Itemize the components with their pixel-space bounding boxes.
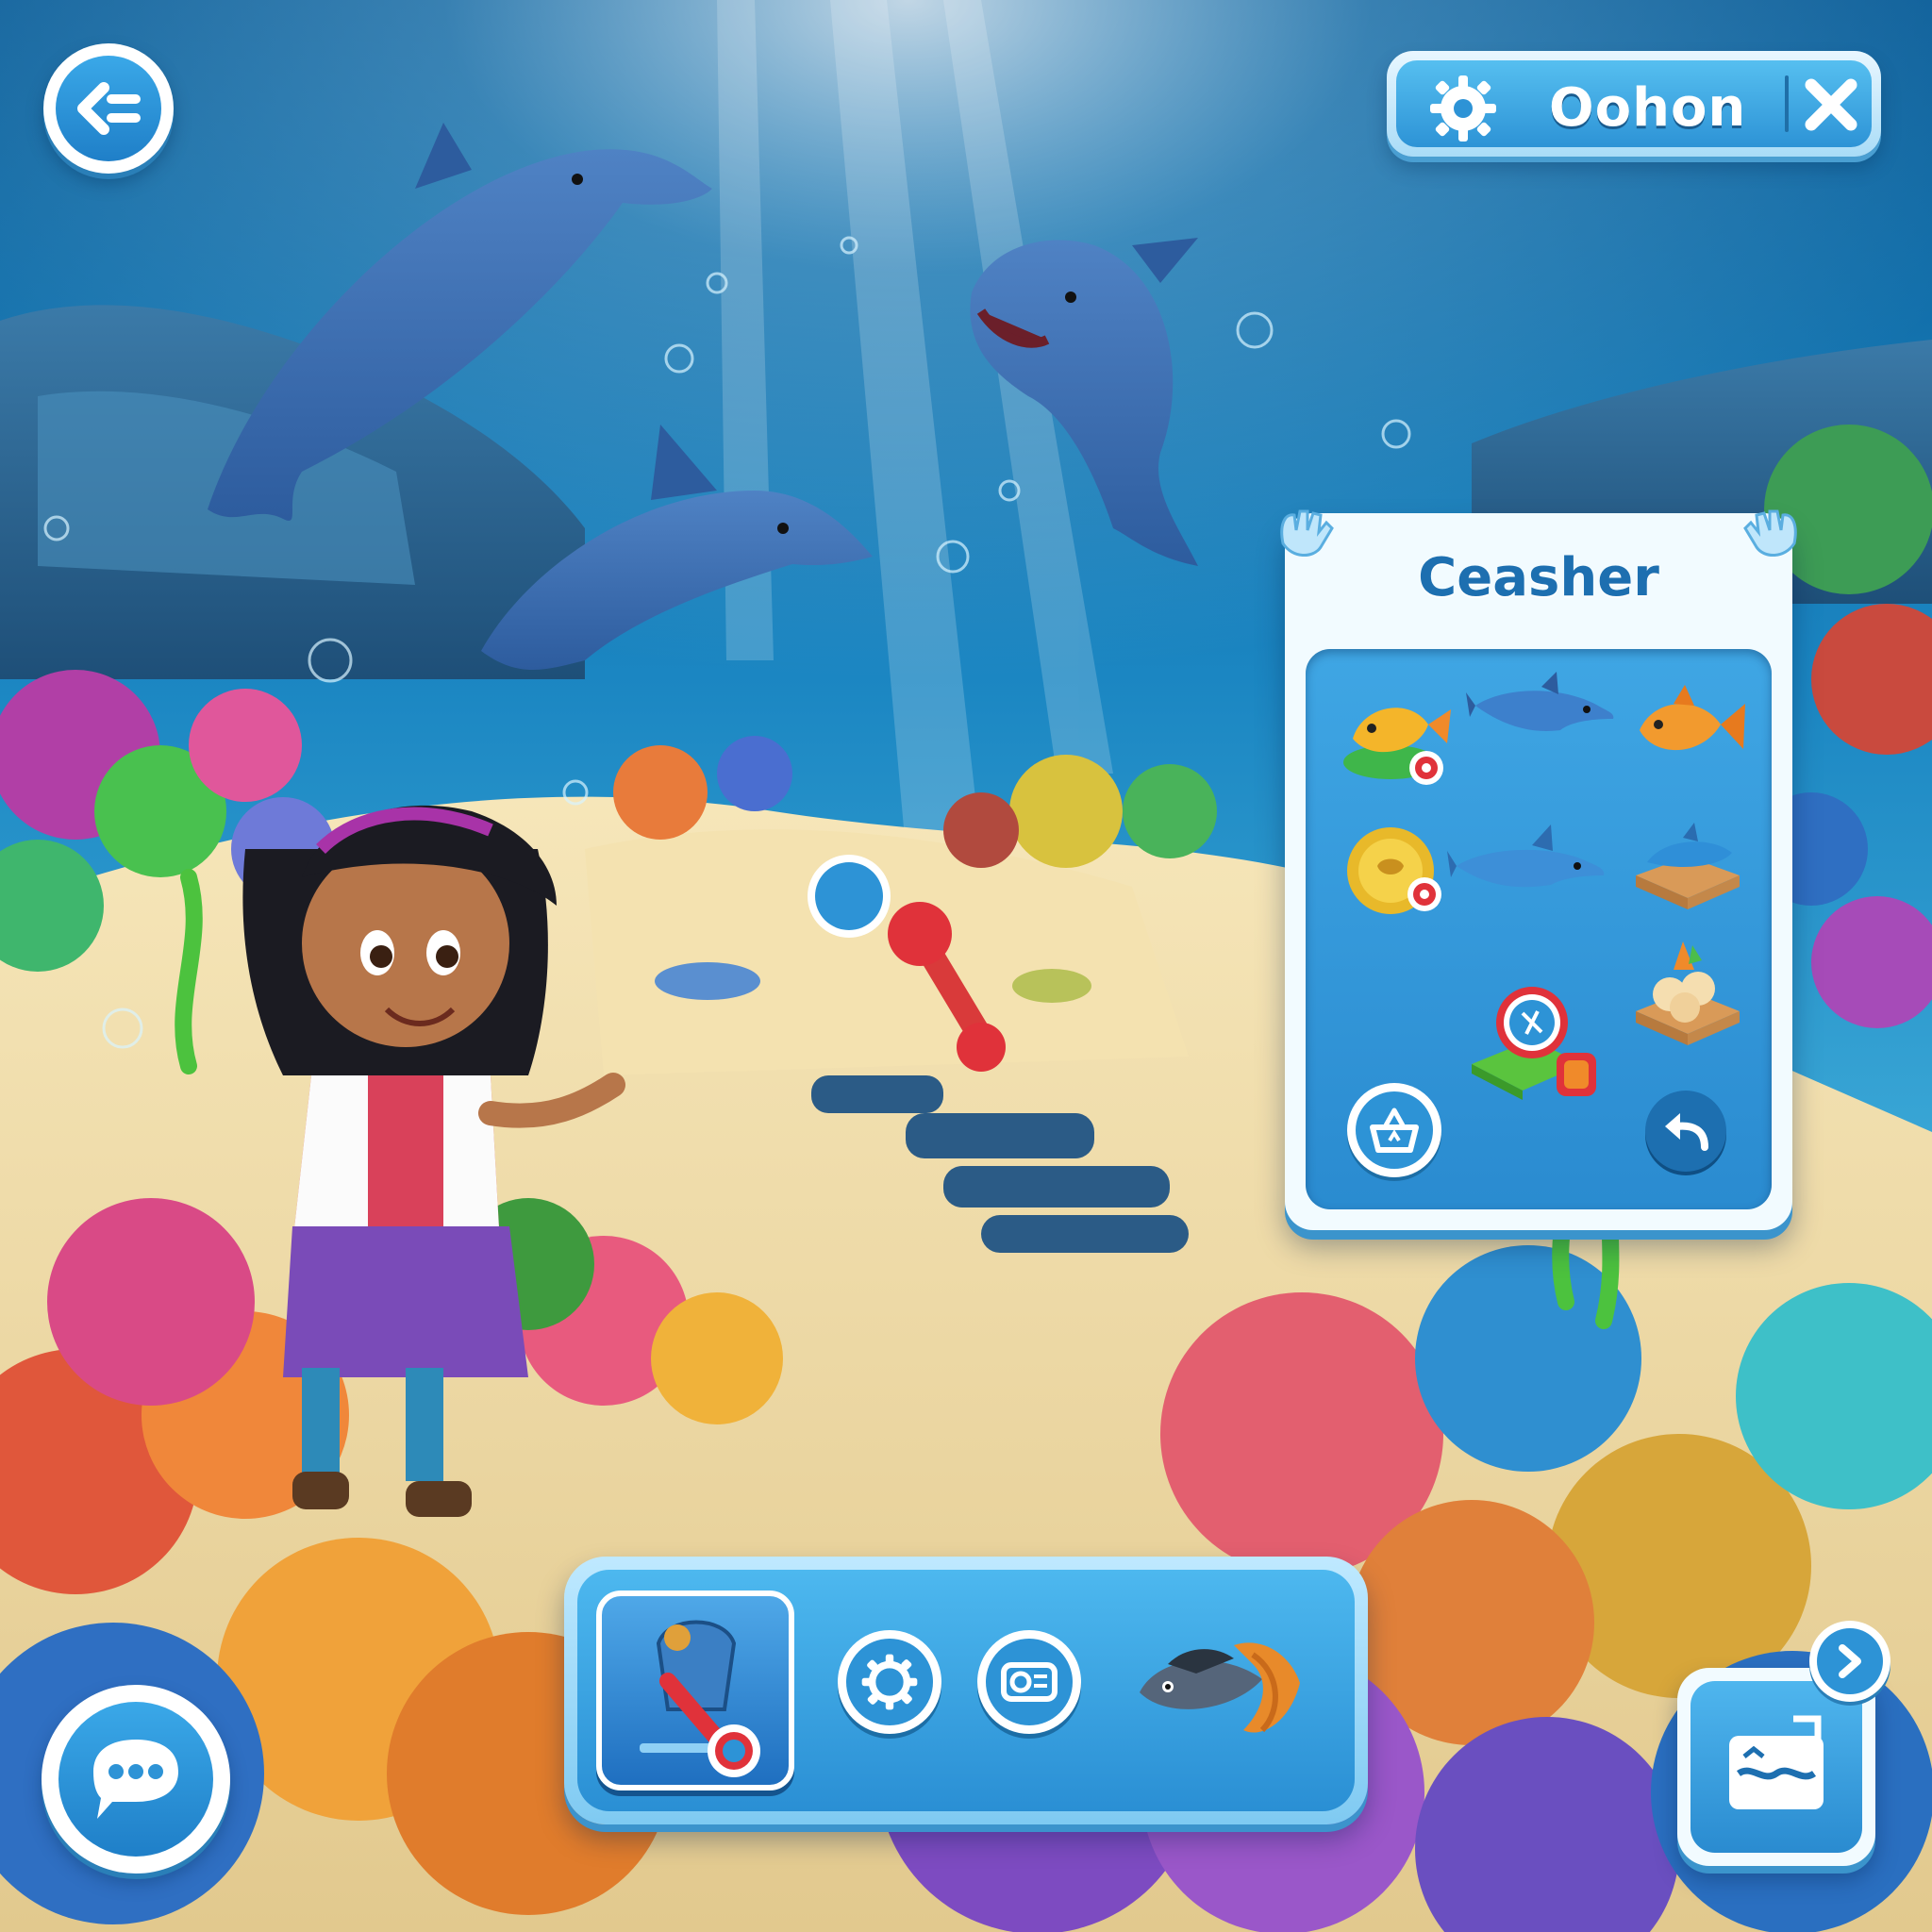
dolphin-icon — [1466, 672, 1614, 731]
item-map-badge[interactable] — [1466, 979, 1617, 1111]
item-dolphin-1[interactable] — [1466, 668, 1617, 772]
undo-button[interactable] — [1645, 1091, 1726, 1172]
chevron-right-icon — [1839, 1644, 1861, 1678]
hotbar-slot-gear[interactable] — [838, 1630, 941, 1734]
hotbar — [564, 1557, 1368, 1824]
item-food-crate[interactable] — [1626, 932, 1749, 1045]
basket-icon — [1370, 1108, 1419, 1153]
sea-map-icon — [1729, 1715, 1824, 1809]
hotbar-slot-selected[interactable] — [596, 1591, 794, 1790]
hotbar-inner — [577, 1570, 1355, 1811]
orange-fish-icon — [1640, 685, 1745, 751]
item-dolphin-statue[interactable] — [1626, 809, 1749, 913]
gear-icon — [861, 1654, 918, 1710]
chat-button[interactable] — [42, 1685, 230, 1874]
panel-title: Ceasher — [1418, 547, 1659, 608]
sand-shell-left — [655, 962, 760, 1000]
top-bar: Oohon — [1387, 51, 1881, 157]
back-arrow-icon — [77, 82, 141, 135]
collection-panel: Ceasher — [1280, 509, 1797, 1230]
undo-icon — [1665, 1113, 1708, 1151]
top-bar-title: Oohon — [1549, 77, 1747, 139]
sand-shell-right — [1012, 969, 1091, 1003]
dolphin-icon — [1447, 824, 1605, 888]
hotbar-slot-fish[interactable] — [1130, 1617, 1319, 1749]
top-bar-divider — [1785, 75, 1789, 132]
map-expand-badge[interactable] — [1809, 1621, 1890, 1702]
item-orange-fish[interactable] — [1626, 677, 1749, 781]
top-bar-inner: Oohon — [1396, 60, 1872, 147]
close-icon[interactable] — [1802, 75, 1860, 134]
item-yellow-fish[interactable] — [1334, 687, 1457, 791]
item-dolphin-2[interactable] — [1447, 809, 1607, 913]
yellow-fish-icon — [1343, 708, 1451, 785]
item-gold-coin[interactable] — [1334, 819, 1457, 923]
panel-item-grid — [1306, 649, 1772, 1209]
camera-card-icon — [1001, 1662, 1058, 1702]
dolphin-statue-icon — [1636, 823, 1740, 909]
basket-button[interactable] — [1347, 1083, 1441, 1177]
hotbar-slot-camera-card[interactable] — [977, 1630, 1081, 1734]
gold-coin-icon — [1347, 827, 1441, 914]
food-crate-icon — [1636, 941, 1740, 1045]
chat-bubble-icon — [93, 1740, 178, 1819]
diving-tool-icon — [640, 1620, 760, 1777]
back-button[interactable] — [43, 43, 174, 174]
gear-icon[interactable] — [1428, 74, 1498, 143]
map-badge-icon — [1472, 987, 1596, 1100]
fish-icon — [1140, 1642, 1300, 1733]
